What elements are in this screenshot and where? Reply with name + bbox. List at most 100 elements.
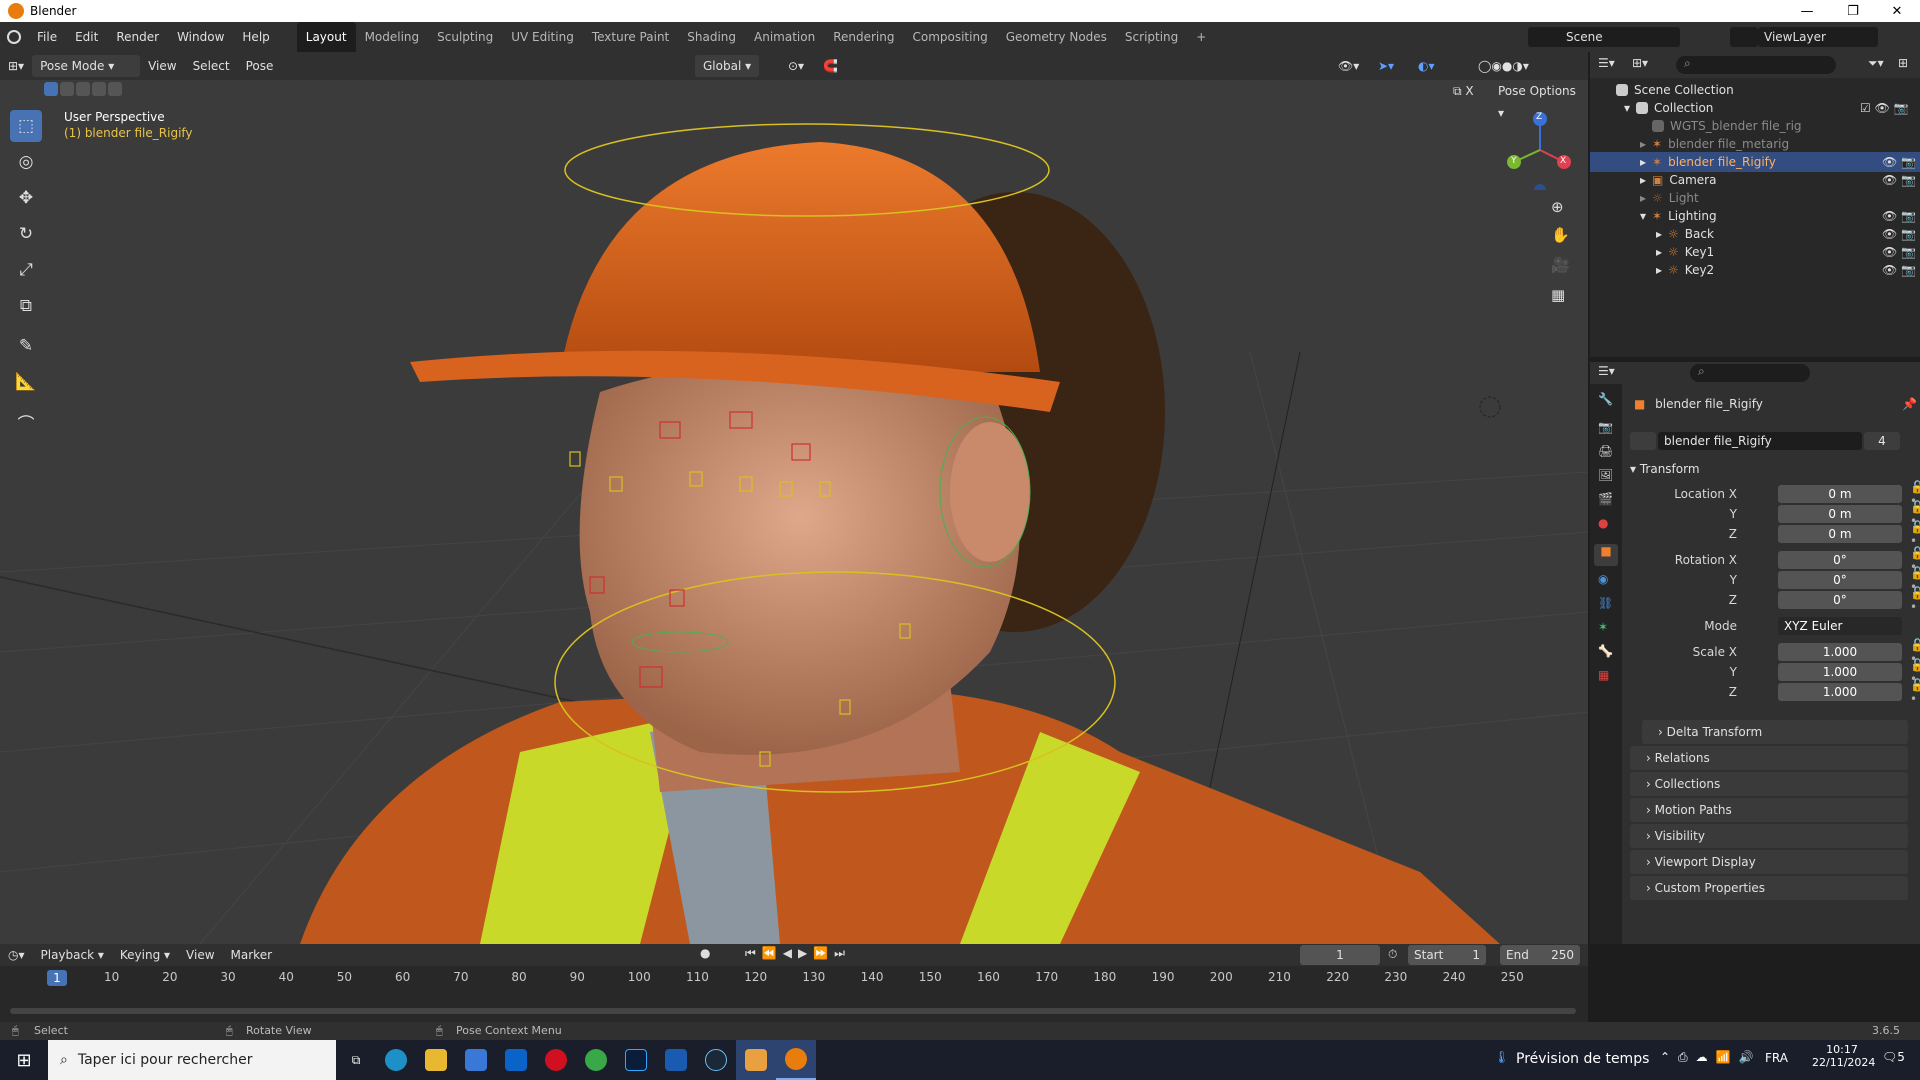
scale-tool[interactable]: ⤢ — [10, 254, 42, 286]
tab-geometry-nodes[interactable]: Geometry Nodes — [997, 22, 1116, 52]
minimize-button[interactable]: — — [1784, 0, 1830, 22]
task-view-icon[interactable]: ⧉ — [336, 1040, 376, 1080]
navigation-gizmo[interactable]: Z X Y — [1500, 110, 1580, 196]
menu-file[interactable]: File — [28, 22, 66, 52]
outliner-rigify[interactable]: ▸ ✶ blender file_Rigify 👁 📷 — [1590, 152, 1920, 172]
outliner-wgts[interactable]: WGTS_blender file_rig — [1590, 116, 1920, 136]
move-tool[interactable]: ✥ — [10, 182, 42, 214]
record-icon[interactable]: ● — [700, 946, 710, 960]
transform-tool[interactable]: ⧉ — [10, 290, 42, 322]
tab-animation[interactable]: Animation — [745, 22, 824, 52]
cursor-tool[interactable]: ◎ — [10, 146, 42, 178]
viewport-display-panel[interactable]: › Viewport Display — [1630, 850, 1908, 874]
pivot-dropdown-icon[interactable]: ⊙▾ — [780, 55, 812, 77]
playback-controls-icon[interactable]: ⏮⏪◀▶⏩⏭ — [745, 946, 851, 961]
row-toggles-icon[interactable]: 👁 📷 — [1882, 209, 1916, 223]
tray-icons[interactable]: ⌃⎙☁📶🔊 — [1660, 1050, 1762, 1065]
file-explorer-icon[interactable] — [416, 1040, 456, 1080]
scene-tab-icon[interactable]: 🎬 — [1598, 492, 1613, 506]
custom-properties-panel[interactable]: › Custom Properties — [1630, 876, 1908, 900]
3d-viewport[interactable]: User Perspective (1) blender file_Rigify… — [0, 52, 1588, 944]
notification-center-icon[interactable]: 🗨5 — [1882, 1050, 1905, 1064]
select-intersect-icon[interactable] — [108, 82, 122, 96]
outliner-scene-collection[interactable]: Scene Collection — [1590, 80, 1920, 100]
restore-button[interactable]: ❐ — [1830, 0, 1876, 22]
outliner-key2[interactable]: ▸ ☼ Key2 👁 📷 — [1590, 260, 1920, 280]
new-collection-icon[interactable]: ⊞ — [1898, 56, 1908, 70]
datablock-name-field[interactable]: blender file_Rigify — [1658, 432, 1862, 450]
row-toggles-icon[interactable]: 👁 📷 — [1882, 155, 1916, 169]
delta-transform-panel[interactable]: › Delta Transform — [1642, 720, 1908, 744]
opera-icon[interactable] — [536, 1040, 576, 1080]
viewlayer-actions-icon[interactable] — [1882, 27, 1916, 47]
scene-field[interactable]: Scene — [1560, 27, 1680, 47]
measure-tool[interactable]: 📐 — [10, 366, 42, 398]
rotation-z-field[interactable]: 0° — [1778, 591, 1902, 609]
select-box-tool[interactable]: ⬚ — [10, 110, 42, 142]
outliner-camera[interactable]: ▸ ▣ Camera 👁 📷 — [1590, 170, 1920, 190]
users-count[interactable]: 4 — [1864, 432, 1900, 450]
weather-label[interactable]: Prévision de temps — [1516, 1051, 1649, 1067]
tab-uv-editing[interactable]: UV Editing — [502, 22, 583, 52]
motion-paths-panel[interactable]: › Motion Paths — [1630, 798, 1908, 822]
scene-actions-icon[interactable] — [1686, 27, 1726, 47]
view-layer-tab-icon[interactable]: 🖼 — [1598, 468, 1613, 482]
snap-icon[interactable]: 🧲 — [815, 55, 846, 77]
blender-menu-icon[interactable] — [0, 22, 28, 52]
object-tab-icon[interactable]: ■ — [1594, 544, 1618, 566]
zoom-icon[interactable]: ⊕ — [1551, 198, 1564, 216]
collections-panel[interactable]: › Collections — [1630, 772, 1908, 796]
row-toggles-icon[interactable]: ☑ 👁 📷 — [1860, 101, 1909, 115]
select-extend-icon[interactable] — [60, 82, 74, 96]
armature-data-tab-icon[interactable]: ✶ — [1598, 620, 1608, 634]
tab-layout[interactable]: Layout — [296, 22, 356, 52]
gizmo-toggle-icon[interactable]: ➤▾ — [1370, 55, 1402, 77]
language-indicator[interactable]: FRA — [1765, 1051, 1788, 1065]
timeline-view-menu[interactable]: View — [178, 944, 222, 966]
pan-hand-icon[interactable]: ✋ — [1551, 226, 1570, 244]
outliner-search[interactable]: ⌕ — [1676, 56, 1836, 74]
tab-scripting[interactable]: Scripting — [1116, 22, 1187, 52]
playback-menu[interactable]: Playback ▾ — [33, 944, 112, 966]
scale-x-field[interactable]: 1.000 — [1778, 643, 1902, 661]
properties-editor-icon[interactable]: ☰▾ — [1598, 364, 1615, 378]
marker-menu[interactable]: Marker — [223, 944, 280, 966]
display-mode-icon[interactable]: ⊞▾ — [1632, 56, 1660, 74]
row-toggles-icon[interactable]: 👁 📷 — [1882, 263, 1916, 277]
select-invert-icon[interactable] — [92, 82, 106, 96]
texture-tab-icon[interactable]: ▦ — [1598, 668, 1609, 682]
menu-window[interactable]: Window — [168, 22, 233, 52]
row-toggles-icon[interactable]: 👁 📷 — [1882, 227, 1916, 241]
rotation-x-field[interactable]: 0° — [1778, 551, 1902, 569]
relations-panel[interactable]: › Relations — [1630, 746, 1908, 770]
properties-search[interactable]: ⌕ — [1690, 364, 1810, 382]
outliner-lighting[interactable]: ▾ ✶ Lighting 👁 📷 — [1590, 206, 1920, 226]
lock-icon[interactable]: 🔓• — [1910, 678, 1920, 706]
end-frame-field[interactable]: End 250 — [1500, 945, 1580, 965]
taskbar-search[interactable]: ⌕ Taper ici pour rechercher — [48, 1040, 336, 1080]
playhead[interactable]: 1 — [47, 970, 67, 986]
ortho-toggle-icon[interactable]: ▦ — [1551, 286, 1565, 304]
visibility-icon[interactable]: 👁▾ — [1330, 55, 1367, 77]
outliner-key1[interactable]: ▸ ☼ Key1 👁 📷 — [1590, 242, 1920, 262]
scale-z-field[interactable]: 1.000 — [1778, 683, 1902, 701]
app-pinned-icon[interactable] — [736, 1040, 776, 1080]
pose-menu[interactable]: Pose — [238, 55, 282, 77]
location-z-field[interactable]: 0 m — [1778, 525, 1902, 543]
output-tab-icon[interactable]: 🖨 — [1598, 444, 1613, 458]
outliner-editor-icon[interactable]: ☰▾ — [1598, 56, 1626, 74]
select-menu[interactable]: Select — [185, 55, 238, 77]
render-tab-icon[interactable]: 📷 — [1598, 420, 1613, 434]
outlook-icon[interactable] — [496, 1040, 536, 1080]
tab-sculpting[interactable]: Sculpting — [428, 22, 502, 52]
mode-dropdown[interactable]: Pose Mode ▾ — [32, 55, 141, 77]
view-menu[interactable]: View — [140, 55, 184, 77]
edge-icon[interactable] — [376, 1040, 416, 1080]
scale-y-field[interactable]: 1.000 — [1778, 663, 1902, 681]
timeline-editor-icon[interactable]: ◷▾ — [0, 944, 33, 966]
outliner-back[interactable]: ▸ ☼ Back 👁 📷 — [1590, 224, 1920, 244]
data-browse-icon[interactable] — [1630, 432, 1656, 450]
stopwatch-icon[interactable]: ⏱ — [1388, 947, 1397, 962]
menu-edit[interactable]: Edit — [66, 22, 107, 52]
select-subtract-icon[interactable] — [76, 82, 90, 96]
